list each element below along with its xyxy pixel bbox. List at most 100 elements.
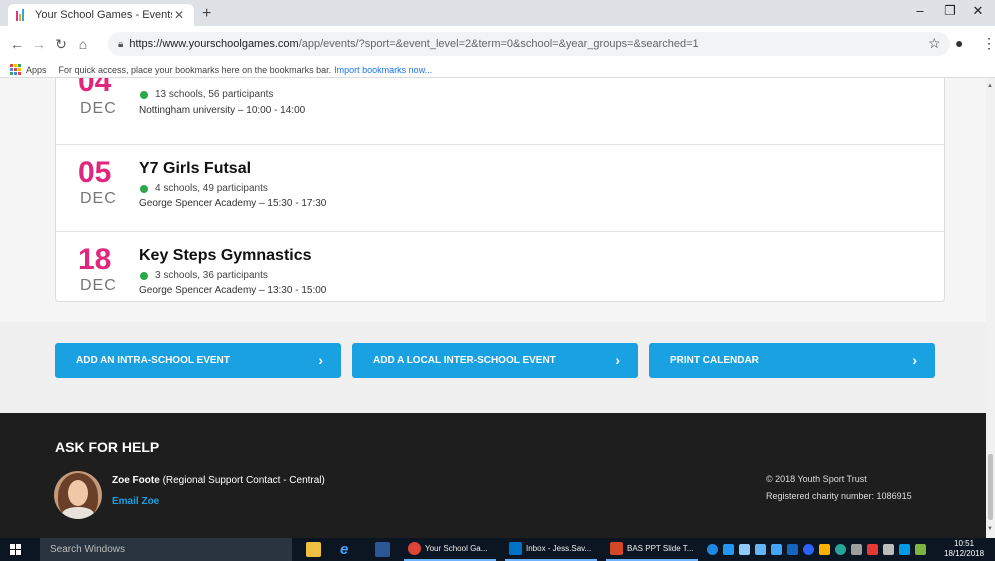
new-tab-icon[interactable]: + bbox=[202, 5, 211, 23]
taskbar-clock[interactable]: 10:51 18/12/2018 bbox=[944, 539, 984, 559]
tray-app-icon[interactable] bbox=[723, 544, 734, 555]
chevron-right-icon: › bbox=[912, 352, 917, 368]
clock-date: 18/12/2018 bbox=[944, 549, 985, 558]
word-icon[interactable] bbox=[375, 542, 390, 557]
event-day: 18 bbox=[78, 243, 112, 276]
forward-icon[interactable]: → bbox=[28, 36, 50, 52]
chevron-right-icon: › bbox=[318, 352, 323, 368]
event-stats-text: 3 schools, 36 participants bbox=[155, 270, 268, 281]
add-intra-school-event-button[interactable]: ADD AN INTRA-SCHOOL EVENT › bbox=[55, 343, 341, 378]
taskbar-search[interactable]: Search Windows bbox=[40, 538, 292, 561]
bluetooth-icon[interactable] bbox=[803, 544, 814, 555]
tray-app-icon[interactable] bbox=[771, 544, 782, 555]
menu-icon[interactable]: ⋮ bbox=[982, 35, 995, 52]
event-stats-text: 4 schools, 49 participants bbox=[155, 183, 268, 194]
tray-app-icon[interactable] bbox=[707, 544, 718, 555]
bookmarks-bar: Apps For quick access, place your bookma… bbox=[0, 62, 995, 78]
tray-app-icon[interactable] bbox=[883, 544, 894, 555]
start-button[interactable] bbox=[0, 538, 30, 561]
chevron-right-icon: › bbox=[615, 352, 620, 368]
print-calendar-button[interactable]: PRINT CALENDAR › bbox=[649, 343, 935, 378]
taskbar-app-label: Inbox - Jess.Sav... bbox=[526, 544, 592, 553]
taskbar-app-label: BAS PPT Slide T... bbox=[627, 544, 694, 553]
tray-app-icon[interactable] bbox=[915, 544, 926, 555]
event-stats-text: 13 schools, 56 participants bbox=[155, 89, 274, 100]
lock-icon: 🔒︎ bbox=[118, 38, 124, 50]
event-title[interactable]: Y7 Girls Futsal bbox=[139, 160, 251, 178]
contact-role: (Regional Support Contact - Central) bbox=[162, 475, 325, 486]
clock-time: 10:51 bbox=[954, 539, 975, 548]
volume-icon[interactable] bbox=[851, 544, 862, 555]
event-stats: 4 schools, 49 participants bbox=[140, 183, 268, 194]
scroll-down-icon[interactable]: ▼ bbox=[987, 526, 993, 532]
button-label: PRINT CALENDAR bbox=[670, 355, 759, 366]
event-item[interactable]: 18 DEC Key Steps Gymnastics 3 schools, 3… bbox=[56, 232, 944, 318]
events-list: 04 DEC 13 schools, 56 participants Notti… bbox=[55, 78, 945, 302]
import-bookmarks-link[interactable]: Import bookmarks now... bbox=[334, 65, 432, 75]
event-item[interactable]: 04 DEC 13 schools, 56 participants Notti… bbox=[56, 78, 944, 145]
scroll-up-icon[interactable]: ▲ bbox=[987, 83, 993, 89]
tab-title: Your School Games - Events bbox=[35, 9, 172, 21]
taskbar-app-label: Your School Ga... bbox=[425, 544, 488, 553]
event-item[interactable]: 05 DEC Y7 Girls Futsal 4 schools, 49 par… bbox=[56, 146, 944, 232]
back-icon[interactable]: ← bbox=[6, 36, 28, 52]
minimize-icon[interactable]: – bbox=[905, 3, 935, 18]
status-dot-icon bbox=[140, 90, 148, 99]
event-month: DEC bbox=[80, 100, 117, 117]
avatar bbox=[54, 471, 102, 519]
bookmarks-hint: For quick access, place your bookmarks h… bbox=[58, 64, 332, 75]
status-dot-icon bbox=[140, 271, 148, 280]
copyright-text: © 2018 Youth Sport Trust bbox=[766, 474, 867, 484]
contact-info: Zoe Foote (Regional Support Contact - Ce… bbox=[112, 475, 325, 486]
button-label: ADD A LOCAL INTER-SCHOOL EVENT bbox=[373, 355, 556, 366]
site-favicon-icon bbox=[16, 9, 28, 21]
chrome-icon bbox=[408, 542, 421, 555]
add-local-inter-school-event-button[interactable]: ADD A LOCAL INTER-SCHOOL EVENT › bbox=[352, 343, 638, 378]
restore-icon[interactable]: ❐ bbox=[935, 3, 965, 19]
url-path: /app/events/?sport=&event_level=2&term=0… bbox=[298, 38, 699, 50]
tray-app-icon[interactable] bbox=[819, 544, 830, 555]
contact-name: Zoe Foote bbox=[112, 475, 160, 486]
browser-tab[interactable]: Your School Games - Events ✕ bbox=[8, 4, 194, 26]
scrollbar-thumb[interactable] bbox=[988, 454, 993, 520]
tray-app-icon[interactable] bbox=[867, 544, 878, 555]
event-title[interactable]: Key Steps Gymnastics bbox=[139, 247, 312, 265]
close-tab-icon[interactable]: ✕ bbox=[172, 8, 186, 22]
apps-grid-icon[interactable] bbox=[10, 64, 21, 75]
windows-taskbar: Search Windows e Your School Ga... Inbox… bbox=[0, 538, 995, 561]
tray-app-icon[interactable] bbox=[787, 544, 798, 555]
help-heading: ASK FOR HELP bbox=[55, 439, 160, 455]
button-label: ADD AN INTRA-SCHOOL EVENT bbox=[76, 355, 230, 366]
internet-explorer-icon[interactable]: e bbox=[340, 542, 355, 557]
event-stats: 3 schools, 36 participants bbox=[140, 270, 268, 281]
reload-icon[interactable]: ↻ bbox=[50, 36, 72, 53]
home-icon[interactable]: ⌂ bbox=[72, 36, 94, 52]
event-day: 04 bbox=[78, 78, 112, 98]
event-venue: Nottingham university – 10:00 - 14:00 bbox=[139, 105, 306, 116]
taskbar-app-outlook[interactable]: Inbox - Jess.Sav... bbox=[505, 538, 597, 561]
tray-app-icon[interactable] bbox=[899, 544, 910, 555]
event-day: 05 bbox=[78, 156, 112, 189]
browser-toolbar: ← → ↻ ⌂ 🔒︎ https://www.yourschoolgames.c… bbox=[0, 26, 995, 62]
file-explorer-icon[interactable] bbox=[306, 542, 321, 557]
action-buttons: ADD AN INTRA-SCHOOL EVENT › ADD A LOCAL … bbox=[0, 322, 995, 413]
apps-link[interactable]: Apps bbox=[26, 65, 47, 75]
profile-icon[interactable]: ● bbox=[955, 35, 963, 51]
tray-app-icon[interactable] bbox=[835, 544, 846, 555]
taskbar-app-powerpoint[interactable]: BAS PPT Slide T... bbox=[606, 538, 698, 561]
email-link[interactable]: Email Zoe bbox=[112, 496, 159, 507]
event-month: DEC bbox=[80, 277, 117, 294]
url-host: https://www.yourschoolgames.com bbox=[129, 38, 299, 50]
bookmark-star-icon[interactable]: ☆ bbox=[928, 35, 941, 52]
browser-tabstrip: Your School Games - Events ✕ + – ❐ ✕ bbox=[0, 0, 995, 26]
tray-app-icon[interactable] bbox=[739, 544, 750, 555]
address-bar[interactable]: 🔒︎ https://www.yourschoolgames.com/app/e… bbox=[108, 32, 950, 56]
window-close-icon[interactable]: ✕ bbox=[963, 3, 993, 19]
charity-number: Registered charity number: 1086915 bbox=[766, 491, 912, 501]
taskbar-app-chrome[interactable]: Your School Ga... bbox=[404, 538, 496, 561]
tray-app-icon[interactable] bbox=[755, 544, 766, 555]
event-venue: George Spencer Academy – 13:30 - 15:00 bbox=[139, 285, 327, 296]
page-scrollbar[interactable]: ▲ ▼ bbox=[986, 78, 995, 538]
outlook-icon bbox=[509, 542, 522, 555]
footer: ASK FOR HELP Zoe Foote (Regional Support… bbox=[0, 413, 995, 538]
